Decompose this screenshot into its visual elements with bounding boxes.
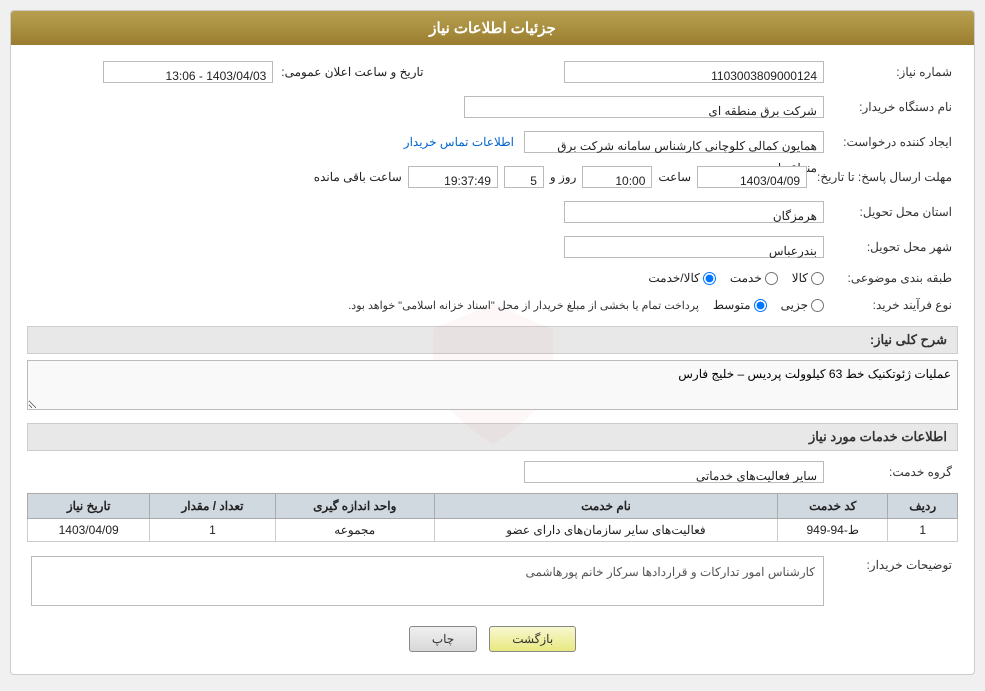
- purchase-partial-text: جزیی: [781, 298, 808, 312]
- cell-count: 1: [150, 519, 275, 542]
- row-reply-deadline: مهلت ارسال پاسخ: تا تاریخ: 1403/04/09 سا…: [27, 162, 958, 192]
- cell-unit: مجموعه: [275, 519, 434, 542]
- reply-days-label: روز و: [550, 170, 577, 184]
- services-section-header: اطلاعات خدمات مورد نیاز: [27, 423, 958, 451]
- contact-link[interactable]: اطلاعات تماس خریدار: [404, 135, 514, 149]
- need-desc-section-header: شرح کلی نیاز:: [27, 326, 958, 354]
- category-goods-service-text: کالا/خدمت: [648, 271, 699, 285]
- services-table: ردیف کد خدمت نام خدمت واحد اندازه گیری ت…: [27, 493, 958, 542]
- purchase-type-options: جزیی متوسط پرداخت تمام یا بخشی از مبلغ خ…: [31, 298, 824, 312]
- category-service-radio[interactable]: [765, 272, 778, 285]
- province-label: استان محل تحویل:: [828, 201, 958, 223]
- row-city: شهر محل تحویل: بندرعباس: [27, 232, 958, 262]
- page-wrapper: جزئیات اطلاعات نیاز شماره نیاز: 11030038…: [0, 0, 985, 691]
- announce-date-value: 1403/04/03 - 13:06: [103, 61, 273, 83]
- need-desc-label: شرح کلی نیاز:: [870, 332, 947, 347]
- purchase-partial-radio[interactable]: [811, 299, 824, 312]
- cell-name: فعالیت‌های سایر سازمان‌های دارای عضو: [434, 519, 777, 542]
- need-desc-textarea[interactable]: [27, 360, 958, 410]
- reply-time-label: ساعت: [658, 170, 691, 184]
- row-category: طبقه بندی موضوعی: کالا خدمت: [27, 267, 958, 289]
- reply-remaining-display: 19:37:49: [408, 166, 498, 188]
- purchase-partial-label[interactable]: جزیی: [781, 298, 824, 312]
- category-goods-radio[interactable]: [811, 272, 824, 285]
- need-desc-section: Ana شرح کلی نیاز:: [27, 326, 958, 413]
- buyer-notes-row: توضیحات خریدار: کارشناس امور تدارکات و ق…: [27, 552, 958, 610]
- province-display: هرمزگان: [564, 201, 824, 223]
- main-card: جزئیات اطلاعات نیاز شماره نیاز: 11030038…: [10, 10, 975, 675]
- category-goods-text: کالا: [792, 271, 808, 285]
- row-province: استان محل تحویل: هرمزگان: [27, 197, 958, 227]
- announce-date-group: تاریخ و ساعت اعلان عمومی: 1403/04/03 - 1…: [27, 61, 424, 83]
- service-group-label: گروه خدمت:: [828, 461, 958, 483]
- reply-deadline-label: مهلت ارسال پاسخ: تا تاریخ:: [811, 166, 958, 188]
- city-label: شهر محل تحویل:: [828, 236, 958, 258]
- service-group-display: سایر فعالیت‌های خدماتی: [524, 461, 824, 483]
- category-options: کالا خدمت کالا/خدمت: [31, 271, 824, 285]
- category-goods-service-radio[interactable]: [703, 272, 716, 285]
- category-radio-group: کالا خدمت کالا/خدمت: [27, 267, 828, 289]
- reply-date-display: 1403/04/09: [697, 166, 807, 188]
- category-goods-service-label[interactable]: کالا/خدمت: [648, 271, 715, 285]
- purchase-type-label: نوع فرآیند خرید:: [828, 294, 958, 316]
- need-number-value: 1103003809000124: [424, 57, 829, 87]
- need-desc-content: [27, 360, 958, 413]
- reply-remaining-label: ساعت باقی مانده: [314, 170, 402, 184]
- print-button[interactable]: چاپ: [409, 626, 477, 652]
- announce-date-label: تاریخ و ساعت اعلان عمومی:: [281, 65, 423, 79]
- col-header-code: کد خدمت: [778, 494, 888, 519]
- table-row: 1 ط-94-949 فعالیت‌های سایر سازمان‌های دا…: [28, 519, 958, 542]
- cell-code: ط-94-949: [778, 519, 888, 542]
- row-need-number: شماره نیاز: 1103003809000124 تاریخ و ساع…: [27, 57, 958, 87]
- creator-label: ایجاد کننده درخواست:: [828, 131, 958, 153]
- purchase-medium-label[interactable]: متوسط: [713, 298, 767, 312]
- buyer-org-label: نام دستگاه خریدار:: [828, 96, 958, 118]
- category-goods-label[interactable]: کالا: [792, 271, 824, 285]
- service-group-value: سایر فعالیت‌های خدماتی: [27, 457, 828, 487]
- creator-value-group: همایون کمالی کلوچانی کارشناس سامانه شرکت…: [27, 127, 828, 157]
- purchase-type-group: جزیی متوسط پرداخت تمام یا بخشی از مبلغ خ…: [27, 294, 828, 316]
- category-service-label[interactable]: خدمت: [730, 271, 778, 285]
- col-header-name: نام خدمت: [434, 494, 777, 519]
- category-label: طبقه بندی موضوعی:: [828, 267, 958, 289]
- creator-display: همایون کمالی کلوچانی کارشناس سامانه شرکت…: [524, 131, 824, 153]
- card-body: شماره نیاز: 1103003809000124 تاریخ و ساع…: [11, 45, 974, 674]
- buyer-notes-value-col: کارشناس امور تدارکات و قراردادها سرکار خ…: [27, 552, 828, 610]
- back-button[interactable]: بازگشت: [489, 626, 576, 652]
- buyer-org-value: شرکت برق منطقه ای: [27, 92, 828, 122]
- buyer-org-display: شرکت برق منطقه ای: [464, 96, 824, 118]
- row-purchase-type: نوع فرآیند خرید: جزیی متوسط پرداخت تمام …: [27, 294, 958, 316]
- city-display: بندرعباس: [564, 236, 824, 258]
- need-number-display: 1103003809000124: [564, 61, 824, 83]
- buyer-notes-section: توضیحات خریدار: کارشناس امور تدارکات و ق…: [27, 552, 958, 610]
- cell-row: 1: [888, 519, 958, 542]
- bottom-buttons: بازگشت چاپ: [27, 626, 958, 662]
- buyer-notes-content: کارشناس امور تدارکات و قراردادها سرکار خ…: [31, 556, 824, 606]
- page-title: جزئیات اطلاعات نیاز: [429, 20, 556, 37]
- row-creator: ایجاد کننده درخواست: همایون کمالی کلوچان…: [27, 127, 958, 157]
- row-buyer-org: نام دستگاه خریدار: شرکت برق منطقه ای: [27, 92, 958, 122]
- col-header-unit: واحد اندازه گیری: [275, 494, 434, 519]
- col-header-count: تعداد / مقدار: [150, 494, 275, 519]
- page-header: جزئیات اطلاعات نیاز: [11, 11, 974, 45]
- col-header-date: تاریخ نیاز: [28, 494, 150, 519]
- row-service-group: گروه خدمت: سایر فعالیت‌های خدماتی: [27, 457, 958, 487]
- province-value: هرمزگان: [27, 197, 828, 227]
- category-service-text: خدمت: [730, 271, 762, 285]
- purchase-medium-text: متوسط: [713, 298, 751, 312]
- services-section-label: اطلاعات خدمات مورد نیاز: [809, 429, 947, 444]
- col-header-row: ردیف: [888, 494, 958, 519]
- need-number-label: شماره نیاز:: [828, 61, 958, 83]
- purchase-medium-radio[interactable]: [754, 299, 767, 312]
- reply-deadline-group: 1403/04/09 ساعت 10:00 روز و 5 19:37:49 س…: [27, 162, 811, 192]
- cell-date: 1403/04/09: [28, 519, 150, 542]
- reply-time-display: 10:00: [582, 166, 652, 188]
- reply-days-display: 5: [504, 166, 544, 188]
- city-value: بندرعباس: [27, 232, 828, 262]
- buyer-notes-label: توضیحات خریدار:: [828, 552, 958, 576]
- purchase-note: پرداخت تمام یا بخشی از مبلغ خریدار از مح…: [348, 299, 699, 312]
- services-table-header-row: ردیف کد خدمت نام خدمت واحد اندازه گیری ت…: [28, 494, 958, 519]
